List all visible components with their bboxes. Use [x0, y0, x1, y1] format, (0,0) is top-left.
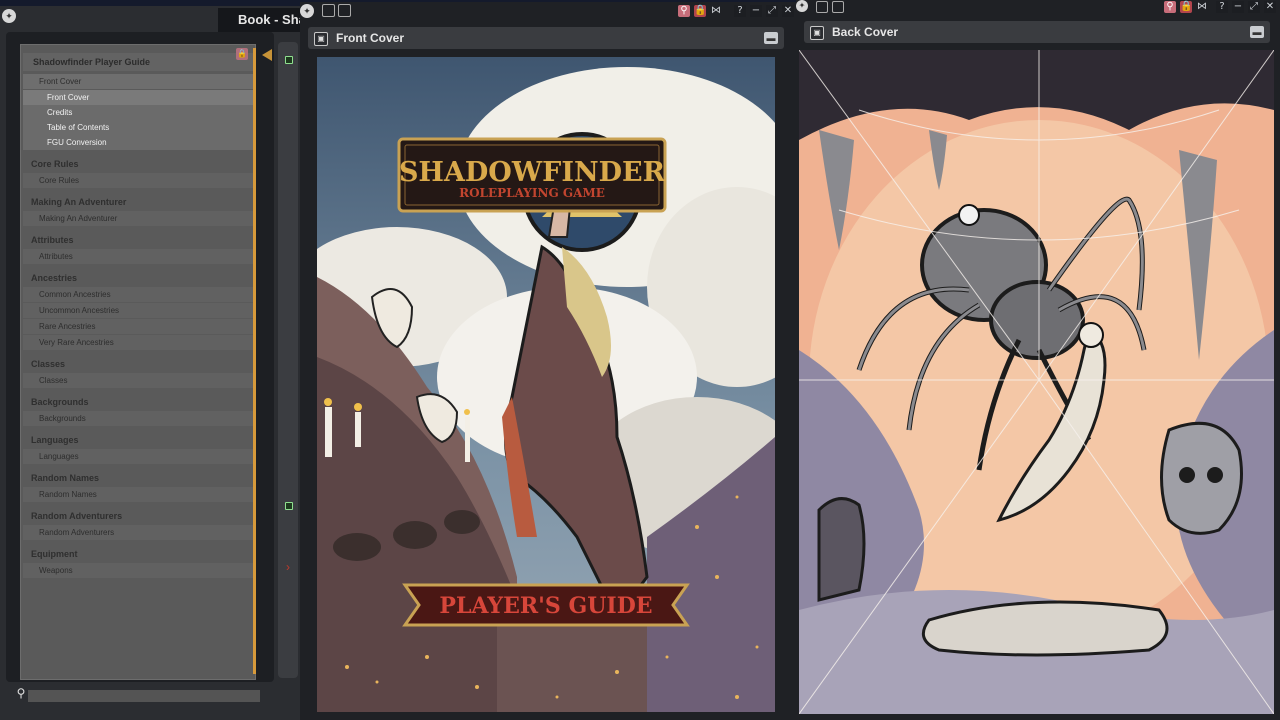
- help-icon[interactable]: ?: [1216, 1, 1228, 13]
- front-cover-illustration: SHADOWFINDER ROLEPLAYING GAME PLAYER'S G…: [317, 57, 775, 712]
- cover-logo-title: SHADOWFINDER: [399, 157, 666, 188]
- search-icon: ⚲: [16, 686, 26, 700]
- toc-item[interactable]: Backgrounds: [23, 411, 253, 426]
- toc-item[interactable]: Weapons: [23, 563, 253, 578]
- back-cover-header: ▣ Back Cover ▬: [804, 21, 1270, 43]
- front-cover-title: Front Cover: [336, 31, 405, 45]
- toc-item[interactable]: Languages: [23, 449, 253, 464]
- table-of-contents-panel: Shadowfinder Player Guide Front Cover Fron…: [20, 44, 256, 680]
- toc-item[interactable]: Very Rare Ancestries: [23, 335, 253, 350]
- toc-chapter[interactable]: Ancestries: [21, 270, 255, 286]
- status-indicator-icon: [285, 56, 293, 64]
- maximize-icon[interactable]: ⤢: [766, 5, 778, 17]
- search-row: ⚲: [14, 686, 260, 702]
- close-icon[interactable]: ✕: [1264, 1, 1276, 13]
- toc-chapter[interactable]: Random Adventurers: [21, 508, 255, 524]
- menu-icon[interactable]: ▬: [1250, 26, 1264, 38]
- share-icon[interactable]: ⚲: [678, 5, 690, 17]
- help-icon[interactable]: ?: [734, 5, 746, 17]
- toc-book-title[interactable]: Shadowfinder Player Guide: [23, 53, 253, 71]
- window-copy-icon[interactable]: [832, 1, 844, 13]
- app-logo-icon[interactable]: ✦: [2, 9, 16, 23]
- toc-scrollbar[interactable]: [253, 48, 256, 674]
- share-icon[interactable]: ⚲: [1164, 1, 1176, 13]
- toc-item[interactable]: FGU Conversion: [23, 135, 253, 150]
- lock-icon[interactable]: 🔒: [1180, 1, 1192, 13]
- lock-icon[interactable]: 🔒: [236, 48, 248, 60]
- book-right-strip: ›: [278, 42, 298, 678]
- window-copy-icon[interactable]: [338, 4, 351, 17]
- link-icon[interactable]: ⋈: [1196, 1, 1208, 13]
- window-layout-icon[interactable]: [816, 1, 828, 13]
- search-input[interactable]: [28, 690, 260, 702]
- toc-item[interactable]: Random Adventurers: [23, 525, 253, 540]
- toc-chapter[interactable]: Languages: [21, 432, 255, 448]
- toc-item[interactable]: Credits: [23, 105, 253, 120]
- toc-item[interactable]: Rare Ancestries: [23, 319, 253, 334]
- minimize-icon[interactable]: −: [1232, 1, 1244, 13]
- menu-icon[interactable]: ▬: [764, 32, 778, 44]
- back-cover-image: [799, 50, 1274, 714]
- window-icon[interactable]: ✦: [796, 0, 808, 12]
- toc-item[interactable]: Uncommon Ancestries: [23, 303, 253, 318]
- collapse-arrow-icon[interactable]: [262, 49, 272, 61]
- back-cover-window: ✦ ⚲ 🔒 ⋈ ? − ⤢ ✕ ▣ Back Cover ▬: [796, 0, 1280, 720]
- status-indicator-icon: [285, 502, 293, 510]
- cover-banner-text: PLAYER'S GUIDE: [439, 593, 652, 619]
- toc-item[interactable]: Table of Contents: [23, 120, 253, 135]
- toc-chapter[interactable]: Making An Adventurer: [21, 194, 255, 210]
- link-icon[interactable]: ⋈: [710, 5, 722, 17]
- record-link-icon[interactable]: ▣: [314, 32, 328, 46]
- toc-item[interactable]: Random Names: [23, 487, 253, 502]
- toc-item[interactable]: Front Cover: [23, 90, 253, 105]
- maximize-icon[interactable]: ⤢: [1248, 1, 1260, 13]
- front-cover-image: SHADOWFINDER ROLEPLAYING GAME PLAYER'S G…: [317, 57, 775, 712]
- toc-chapter[interactable]: Core Rules: [21, 156, 255, 172]
- toc-chapter[interactable]: Random Names: [21, 470, 255, 486]
- back-cover-illustration: [799, 50, 1274, 714]
- toc-item[interactable]: Core Rules: [23, 173, 253, 188]
- toc-item[interactable]: Attributes: [23, 249, 253, 264]
- front-cover-window: ✦ ⚲ 🔒 ⋈ ? − ⤢ ✕ ▣ Front Cover ▬ SHADOWFI…: [300, 2, 796, 720]
- close-icon[interactable]: ✕: [782, 5, 794, 17]
- lock-icon[interactable]: 🔒: [694, 5, 706, 17]
- toc-chapter[interactable]: Equipment: [21, 546, 255, 562]
- record-link-icon[interactable]: ▣: [810, 26, 824, 40]
- toc-item[interactable]: Common Ancestries: [23, 287, 253, 302]
- back-cover-title: Back Cover: [832, 25, 899, 39]
- toc-chapter[interactable]: Classes: [21, 356, 255, 372]
- minimize-icon[interactable]: −: [750, 5, 762, 17]
- toc-chapter[interactable]: Backgrounds: [21, 394, 255, 410]
- marker-icon: ›: [286, 560, 290, 574]
- toc-list: Shadowfinder Player Guide Front Cover Fron…: [21, 53, 255, 579]
- cover-logo-subtitle: ROLEPLAYING GAME: [459, 186, 605, 200]
- toc-section[interactable]: Front Cover: [23, 74, 253, 89]
- toc-item[interactable]: Classes: [23, 373, 253, 388]
- window-icon[interactable]: ✦: [300, 4, 314, 18]
- window-layout-icon[interactable]: [322, 4, 335, 17]
- toc-item[interactable]: Making An Adventurer: [23, 211, 253, 226]
- front-cover-header: ▣ Front Cover ▬: [308, 27, 784, 49]
- toc-chapter[interactable]: Attributes: [21, 232, 255, 248]
